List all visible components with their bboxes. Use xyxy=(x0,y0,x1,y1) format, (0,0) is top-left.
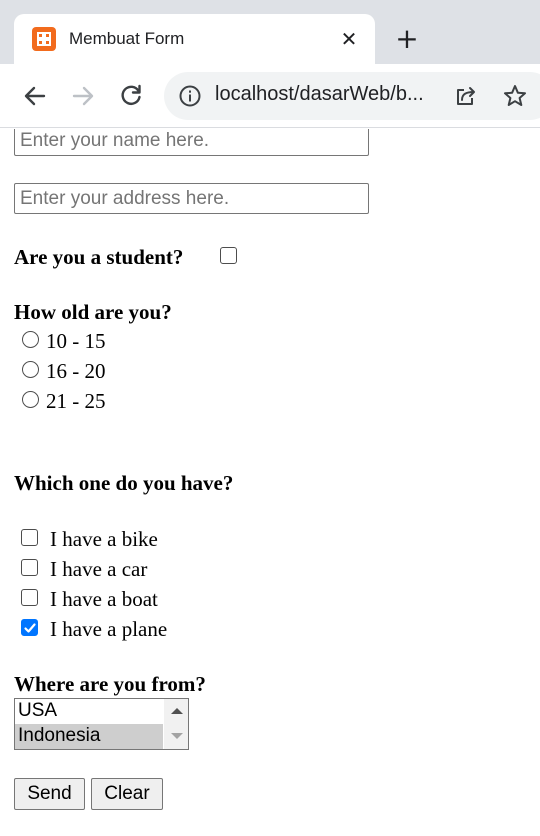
close-icon[interactable]: ✕ xyxy=(337,27,361,51)
page-content: Are you a student? How old are you? 10 -… xyxy=(0,129,540,836)
boat-checkbox[interactable] xyxy=(21,589,38,606)
age-option-label: 10 - 15 xyxy=(46,329,106,353)
country-option-usa[interactable]: USA xyxy=(15,699,163,724)
app-logo-icon xyxy=(32,27,56,51)
browser-toolbar: localhost/dasarWeb/b... xyxy=(0,64,540,128)
country-listbox[interactable]: USA Indonesia xyxy=(14,698,189,750)
star-icon[interactable] xyxy=(502,83,528,109)
age-radio-16-20[interactable] xyxy=(22,361,39,378)
address-input[interactable] xyxy=(14,183,369,214)
have-question: Which one do you have? xyxy=(14,471,234,495)
send-button[interactable]: Send xyxy=(14,778,85,810)
checkmark-icon xyxy=(24,623,36,633)
forward-arrow-icon[interactable] xyxy=(70,83,96,109)
plane-checkbox[interactable] xyxy=(21,619,38,636)
student-question: Are you a student? xyxy=(14,245,184,269)
name-input[interactable] xyxy=(14,129,369,156)
boat-label: I have a boat xyxy=(50,587,158,611)
back-arrow-icon[interactable] xyxy=(22,83,48,109)
plane-label: I have a plane xyxy=(50,617,168,641)
tab-membuat-form[interactable]: Membuat Form ✕ xyxy=(14,14,375,64)
car-label: I have a car xyxy=(50,557,148,581)
share-icon[interactable] xyxy=(454,84,478,108)
info-icon[interactable] xyxy=(178,84,202,108)
tab-title: Membuat Form xyxy=(69,29,185,48)
address-bar[interactable]: localhost/dasarWeb/b... xyxy=(164,72,540,120)
clear-button[interactable]: Clear xyxy=(91,778,163,810)
age-radio-10-15[interactable] xyxy=(22,331,39,348)
car-checkbox[interactable] xyxy=(21,559,38,576)
tab-strip: Membuat Form ✕ + xyxy=(0,0,540,64)
listbox-scrollbar[interactable] xyxy=(164,699,188,749)
scroll-up-icon[interactable] xyxy=(171,708,183,714)
from-question: Where are you from? xyxy=(14,672,206,696)
age-question: How old are you? xyxy=(14,300,172,324)
plus-icon[interactable]: + xyxy=(394,25,420,53)
age-option-label: 16 - 20 xyxy=(46,359,106,383)
reload-icon[interactable] xyxy=(118,83,144,109)
url-text[interactable]: localhost/dasarWeb/b... xyxy=(215,83,437,106)
country-option-indonesia[interactable]: Indonesia xyxy=(15,724,163,749)
student-checkbox[interactable] xyxy=(220,247,237,264)
bike-label: I have a bike xyxy=(50,527,158,551)
age-option-label: 21 - 25 xyxy=(46,389,106,413)
bike-checkbox[interactable] xyxy=(21,529,38,546)
scroll-down-icon[interactable] xyxy=(171,733,183,739)
age-radio-21-25[interactable] xyxy=(22,391,39,408)
